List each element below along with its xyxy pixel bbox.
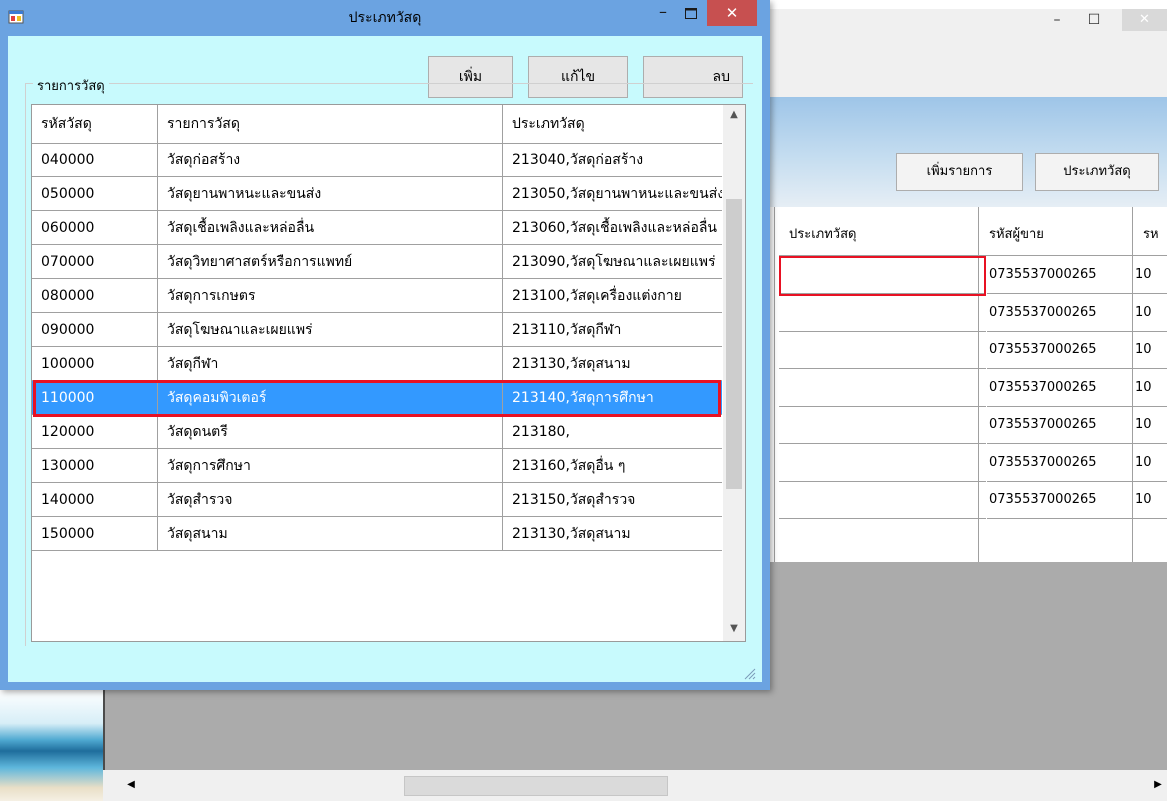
list-cell-name: วัสดุสำรวจ [158, 483, 503, 517]
grid-header-vendor-code[interactable]: รหัสผู้ขาย [979, 214, 1129, 256]
list-vertical-scrollbar[interactable]: ▲ ▼ [723, 105, 745, 641]
grid-cell-next[interactable]: 10 [1133, 294, 1167, 332]
list-cell-type: 213090,วัสดุโฆษณาและเผยแพร่ [512, 254, 716, 270]
list-row[interactable]: 150000 วัสดุสนาม 213130,วัสดุสนาม [32, 517, 722, 551]
list-cell-code: 050000 [32, 177, 158, 211]
list-cell-name: วัสดุกีฬา [158, 347, 503, 381]
grid-cell-next[interactable]: 10 [1133, 331, 1167, 369]
list-cell-code: 070000 [32, 245, 158, 279]
grid-cell-type[interactable] [779, 369, 986, 407]
scroll-left-icon[interactable]: ◀ [123, 775, 139, 795]
list-header: รหัสวัสดุ รายการวัสดุ ประเภทวัสดุ [32, 105, 722, 144]
list-cell-code: 100000 [32, 347, 158, 381]
column-header-name[interactable]: รายการวัสดุ [158, 105, 503, 143]
grid-cell-next[interactable]: 10 [1133, 256, 1167, 294]
list-row[interactable]: 130000 วัสดุการศึกษา 213160,วัสดุอื่น ๆ [32, 449, 722, 483]
list-cell-code: 040000 [32, 143, 158, 177]
list-cell-name: วัสดุการศึกษา [158, 449, 503, 483]
grid-cell-vendor[interactable]: 0735537000265 [987, 444, 1133, 482]
dialog-close-button[interactable]: ✕ [707, 0, 757, 26]
list-row[interactable]: 050000 วัสดุยานพาหนะและขนส่ง 213050,วัสดุย… [32, 177, 722, 211]
list-row[interactable]: 100000 วัสดุกีฬา 213130,วัสดุสนาม [32, 347, 722, 381]
dialog-minimize-button[interactable]: – [649, 2, 677, 26]
grid-cell-vendor[interactable]: 0735537000265 [987, 369, 1133, 407]
material-list-grid[interactable]: รหัสวัสดุ รายการวัสดุ ประเภทวัสดุ 040000… [31, 104, 746, 642]
main-close-button[interactable]: ✕ [1122, 9, 1167, 31]
grid-cell-vendor[interactable]: 0735537000265 [987, 256, 1133, 294]
material-list-group-label: รายการวัสดุ [33, 80, 109, 94]
list-row[interactable]: 120000 วัสดุดนตรี 213180, [32, 415, 722, 449]
list-cell-code: 120000 [32, 415, 158, 449]
column-header-code[interactable]: รหัสวัสดุ [32, 105, 158, 143]
add-item-button[interactable]: เพิ่มรายการ [896, 153, 1023, 191]
grid-cell-next[interactable]: 10 [1133, 444, 1167, 482]
resize-grip-icon[interactable] [742, 666, 756, 680]
grid-cell-vendor[interactable]: 0735537000265 [987, 331, 1133, 369]
list-cell-name: วัสดุยานพาหนะและขนส่ง [158, 177, 503, 211]
grid-cell-next[interactable]: 10 [1133, 481, 1167, 519]
list-cell-code: 130000 [32, 449, 158, 483]
grid-cell-vendor[interactable]: 0735537000265 [987, 481, 1133, 519]
list-row[interactable]: 140000 วัสดุสำรวจ 213150,วัสดุสำรวจ [32, 483, 722, 517]
grid-header-next[interactable]: รห [1133, 214, 1167, 256]
dialog-maximize-button[interactable] [677, 2, 705, 26]
list-cell-name: วัสดุก่อสร้าง [158, 143, 503, 177]
beach-image [0, 690, 103, 801]
list-cell-name: วัสดุโฆษณาและเผยแพร่ [158, 313, 503, 347]
grid-cell-next[interactable]: 10 [1133, 406, 1167, 444]
grid-header-material-type[interactable]: ประเภทวัสดุ [779, 214, 979, 256]
material-type-dialog: ประเภทวัสดุ – ✕ เพิ่ม แก้ไข ลบ รายการวัส… [0, 0, 770, 690]
list-cell-type: 213180, [512, 424, 570, 440]
selected-row-highlight [33, 380, 721, 417]
material-type-button[interactable]: ประเภทวัสดุ [1035, 153, 1159, 191]
grid-cell-type[interactable] [779, 481, 986, 519]
scroll-up-icon[interactable]: ▲ [723, 109, 745, 125]
grid-selected-cell[interactable] [779, 256, 986, 296]
list-cell-type: 213130,วัสดุสนาม [512, 356, 631, 372]
list-cell-code: 090000 [32, 313, 158, 347]
grid-cell-vendor[interactable]: 0735537000265 [987, 406, 1133, 444]
list-cell-type: 213060,วัสดุเชื้อเพลิงและหล่อลื่น [512, 220, 718, 236]
list-cell-type: 213110,วัสดุกีฬา [512, 322, 622, 338]
vertical-scroll-thumb[interactable] [726, 199, 742, 489]
list-cell-type: 213100,วัสดุเครื่องแต่งกาย [512, 288, 682, 304]
grid-cell-type[interactable] [779, 294, 986, 332]
list-cell-name: วัสดุเชื้อเพลิงและหล่อลื่น [158, 211, 503, 245]
list-cell-code: 060000 [32, 211, 158, 245]
main-minimize-button[interactable]: – [1043, 9, 1071, 31]
main-maximize-button[interactable]: ☐ [1080, 9, 1108, 31]
list-cell-code: 150000 [32, 517, 158, 551]
scroll-down-icon[interactable]: ▼ [723, 623, 745, 639]
list-row[interactable]: 070000 วัสดุวิทยาศาสตร์หรือการแพทย์ 213090… [32, 245, 722, 279]
list-cell-code: 140000 [32, 483, 158, 517]
list-cell-name: วัสดุการเกษตร [158, 279, 503, 313]
grid-cell-type[interactable] [779, 444, 986, 482]
list-cell-type: 213150,วัสดุสำรวจ [512, 492, 636, 508]
list-cell-name: วัสดุสนาม [158, 517, 503, 551]
list-cell-type: 213160,วัสดุอื่น ๆ [512, 458, 626, 474]
list-row[interactable]: 060000 วัสดุเชื้อเพลิงและหล่อลื่น 213060,ว… [32, 211, 722, 245]
scroll-right-icon[interactable]: ▶ [1150, 775, 1166, 795]
column-header-type[interactable]: ประเภทวัสดุ [503, 105, 722, 143]
list-cell-name: วัสดุดนตรี [158, 415, 503, 449]
grid-cell-vendor[interactable]: 0735537000265 [987, 294, 1133, 332]
grid-cell-next[interactable]: 10 [1133, 369, 1167, 407]
list-row[interactable]: 090000 วัสดุโฆษณาและเผยแพร่ 213110,วัสดุกี… [32, 313, 722, 347]
list-cell-code: 080000 [32, 279, 158, 313]
list-cell-type: 213050,วัสดุยานพาหนะและขนส่ง [512, 186, 722, 202]
horizontal-scroll-thumb[interactable] [404, 776, 668, 796]
list-cell-type: 213040,วัสดุก่อสร้าง [512, 152, 644, 168]
list-cell-name: วัสดุวิทยาศาสตร์หรือการแพทย์ [158, 245, 503, 279]
grid-column-divider [774, 207, 775, 562]
grid-cell-type[interactable] [779, 331, 986, 369]
list-row[interactable]: 080000 วัสดุการเกษตร 213100,วัสดุเครื่องแต… [32, 279, 722, 313]
grid-cell-type[interactable] [779, 406, 986, 444]
maximize-icon [685, 8, 697, 19]
list-cell-type: 213130,วัสดุสนาม [512, 526, 631, 542]
list-row[interactable]: 040000 วัสดุก่อสร้าง 213040,วัสดุก่อสร้าง [32, 143, 722, 177]
